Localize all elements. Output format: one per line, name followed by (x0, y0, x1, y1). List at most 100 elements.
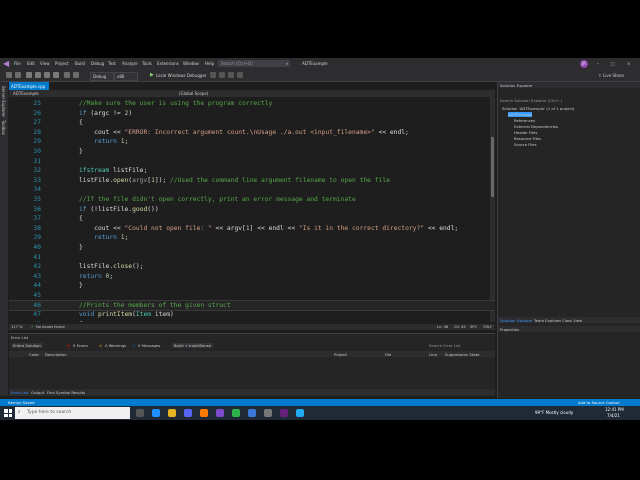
code-line[interactable]: 46 //Prints the members of the given stru… (9, 299, 495, 312)
edge-icon[interactable] (152, 409, 160, 417)
menu-project[interactable]: Project (55, 61, 69, 66)
menu-help[interactable]: Help (205, 61, 214, 66)
menu-test[interactable]: Test (108, 61, 116, 66)
solution-tree-item[interactable]: ADTExample (508, 112, 533, 117)
maximize-icon[interactable]: □ (611, 61, 615, 66)
minimize-icon[interactable]: – (597, 61, 599, 66)
forward-icon[interactable] (15, 72, 21, 78)
code-line[interactable]: 37 { (9, 214, 495, 224)
code-line[interactable]: 45 (9, 291, 495, 301)
live-share-button[interactable]: Live Share (603, 73, 624, 78)
toolbox-tab[interactable]: Toolbox (1, 120, 6, 135)
toolbar-icon-4[interactable] (237, 72, 243, 78)
solution-tree-item[interactable]: External Dependencies (514, 124, 558, 129)
build-filter-select[interactable]: Build + IntelliSense (172, 343, 214, 348)
live-share-icon[interactable]: ⇧ (598, 73, 601, 78)
configuration-select[interactable]: Debug (90, 72, 114, 81)
line-ending[interactable]: CRLF (483, 325, 492, 329)
menu-window[interactable]: Window (183, 61, 199, 66)
column-description[interactable]: Description (45, 352, 67, 357)
tab-find-symbol-results[interactable]: Find Symbol Results (47, 390, 85, 395)
scope-dropdown[interactable]: (Global Scope) (179, 91, 208, 96)
back-icon[interactable] (6, 72, 12, 78)
taskbar-time[interactable]: 12:41 PM (605, 407, 624, 412)
avatar[interactable]: JR (580, 60, 588, 68)
tab-class-view[interactable]: Class View (562, 318, 582, 323)
code-line[interactable]: 41 (9, 253, 495, 263)
tab-team-explorer[interactable]: Team Explorer (534, 318, 561, 323)
code-line[interactable]: 34 (9, 185, 495, 195)
undo-icon[interactable] (64, 72, 70, 78)
menu-debug[interactable]: Debug (91, 61, 104, 66)
discord-icon[interactable] (184, 409, 192, 417)
save-icon[interactable] (44, 72, 50, 78)
redo-icon[interactable] (73, 72, 79, 78)
play-icon[interactable]: ▶ (150, 72, 154, 78)
vscode-taskbar-icon[interactable] (296, 409, 304, 417)
menu-file[interactable]: File (14, 61, 21, 66)
solution-tree-item[interactable]: References (514, 118, 535, 123)
toolbar-icon-2[interactable] (219, 72, 225, 78)
quick-search-box[interactable]: Search (Ctrl+Q) (218, 60, 290, 67)
file-explorer-icon[interactable] (168, 409, 176, 417)
menu-tools[interactable]: Tools (142, 61, 152, 66)
menu-extensions[interactable]: Extensions (157, 61, 179, 66)
code-line[interactable]: 39 return 1; (9, 233, 495, 243)
toolbar-icon-3[interactable] (228, 72, 234, 78)
toolbar-icon-1[interactable] (210, 72, 216, 78)
app-icon[interactable] (216, 409, 224, 417)
errors-filter[interactable]: 0 Errors (73, 343, 88, 348)
server-explorer-tab[interactable]: Server Explorer (1, 86, 6, 117)
new-project-icon[interactable] (26, 72, 32, 78)
task-view-icon[interactable] (136, 409, 144, 417)
code-line[interactable]: 47 void printItem(Item item) (9, 310, 495, 320)
taskbar-date[interactable]: 7/4/21 (607, 413, 620, 418)
chrome-icon[interactable] (232, 409, 240, 417)
firefox-icon[interactable] (200, 409, 208, 417)
menu-build[interactable]: Build (75, 61, 85, 66)
column-file[interactable]: File (385, 352, 391, 357)
menu-view[interactable]: View (40, 61, 50, 66)
column-suppression-state[interactable]: Suppression State (445, 352, 479, 357)
visual-studio-taskbar-icon[interactable] (280, 409, 288, 417)
zoom-level[interactable]: 117 % (11, 325, 22, 329)
open-icon[interactable] (35, 72, 41, 78)
column-code[interactable]: Code (29, 352, 39, 357)
messages-filter[interactable]: 0 Messages (138, 343, 160, 348)
code-editor[interactable]: 25 //Make sure the user is using the prog… (9, 97, 495, 322)
taskbar-app-icon[interactable] (264, 409, 272, 417)
solution-explorer-search[interactable]: Search Solution Explorer (Ctrl+;) (500, 98, 562, 103)
weather-status[interactable]: 99°F Mostly cloudy (535, 410, 573, 415)
code-line[interactable]: 28 cout << "ERROR: Incorrect argument co… (9, 128, 495, 138)
tab-solution-explorer[interactable]: Solution Explorer (500, 318, 532, 323)
code-line[interactable]: 36 if (!listFile.good()) (9, 205, 495, 215)
platform-select[interactable]: x86 (114, 72, 138, 81)
menu-analyze[interactable]: Analyze (122, 61, 138, 66)
column-project[interactable]: Project (334, 352, 347, 357)
run-debugger-button[interactable]: Local Windows Debugger (156, 73, 207, 78)
tab-output[interactable]: Output (31, 390, 44, 395)
code-line[interactable]: 38 cout << "Could not open file: " << ar… (9, 224, 495, 234)
error-scope-select[interactable]: Entire Solution (11, 343, 43, 348)
solution-tree-item[interactable]: Solution 'ADTExample' (1 of 1 project) (502, 106, 575, 111)
issues-status[interactable]: No issues found (36, 325, 65, 329)
warnings-filter[interactable]: 0 Warnings (105, 343, 126, 348)
code-line[interactable]: 43 return 0; (9, 272, 495, 282)
menu-edit[interactable]: Edit (27, 61, 35, 66)
windows-start-icon[interactable] (4, 409, 12, 417)
project-dropdown[interactable]: ADTExample (13, 91, 39, 96)
code-line[interactable]: 40} (9, 243, 495, 253)
column-line[interactable]: Line (429, 352, 437, 357)
close-icon[interactable]: × (627, 61, 630, 66)
code-line[interactable]: 33 listFile.open(argv[1]); //Used the com… (9, 176, 495, 186)
code-line[interactable]: 29 return 1; (9, 137, 495, 147)
code-line[interactable]: 44} (9, 281, 495, 291)
code-line[interactable]: 25 //Make sure the user is using the prog… (9, 99, 495, 109)
code-line[interactable]: 48 { (9, 320, 495, 322)
store-icon[interactable] (248, 409, 256, 417)
code-line[interactable]: 35 //If the file didn't open correctly, p… (9, 195, 495, 205)
save-all-icon[interactable] (53, 72, 59, 78)
add-to-source-control-button[interactable]: Add to Source Control (578, 400, 620, 405)
document-tab[interactable]: ADTExample.cpp (9, 82, 49, 90)
code-line[interactable]: 32 ifstream listFile; (9, 166, 495, 176)
